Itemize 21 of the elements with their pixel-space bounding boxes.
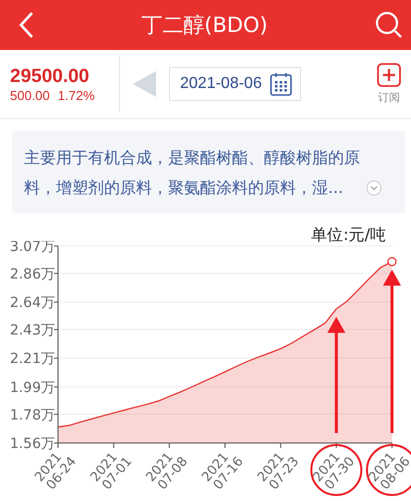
y-tick-label: 1.78万 (10, 407, 55, 424)
y-tick-label: 1.99万 (10, 380, 55, 396)
change-percent: 1.72% (58, 88, 95, 102)
y-tick-label: 2.86万 (10, 266, 55, 282)
page-title: 丁二醇(BDO) (140, 12, 269, 39)
expand-icon[interactable] (366, 180, 382, 196)
plus-icon[interactable] (377, 63, 401, 87)
date-picker[interactable]: 2021-08-06 (169, 67, 301, 101)
y-tick-label: 1.56万 (10, 436, 55, 452)
calendar-icon (270, 72, 292, 96)
last-point-marker (387, 257, 397, 266)
search-icon[interactable] (375, 11, 403, 39)
unit-label: 单位:元/吨 (311, 225, 386, 241)
back-icon[interactable] (18, 11, 34, 39)
y-tick-label: 2.64万 (10, 295, 55, 312)
price-value: 29500.00 (10, 66, 90, 88)
y-tick-label: 2.21万 (10, 351, 55, 368)
description-text: 主要用于有机合成，是聚酯树酯、醇酸树脂的原料，增塑剂的原料，聚氨酯涂料的原料，湿... (24, 147, 361, 199)
subscribe-label[interactable]: 订阅 (378, 90, 400, 105)
y-tick-label: 2.43万 (10, 322, 55, 338)
price-change: 500.00 (10, 88, 50, 102)
